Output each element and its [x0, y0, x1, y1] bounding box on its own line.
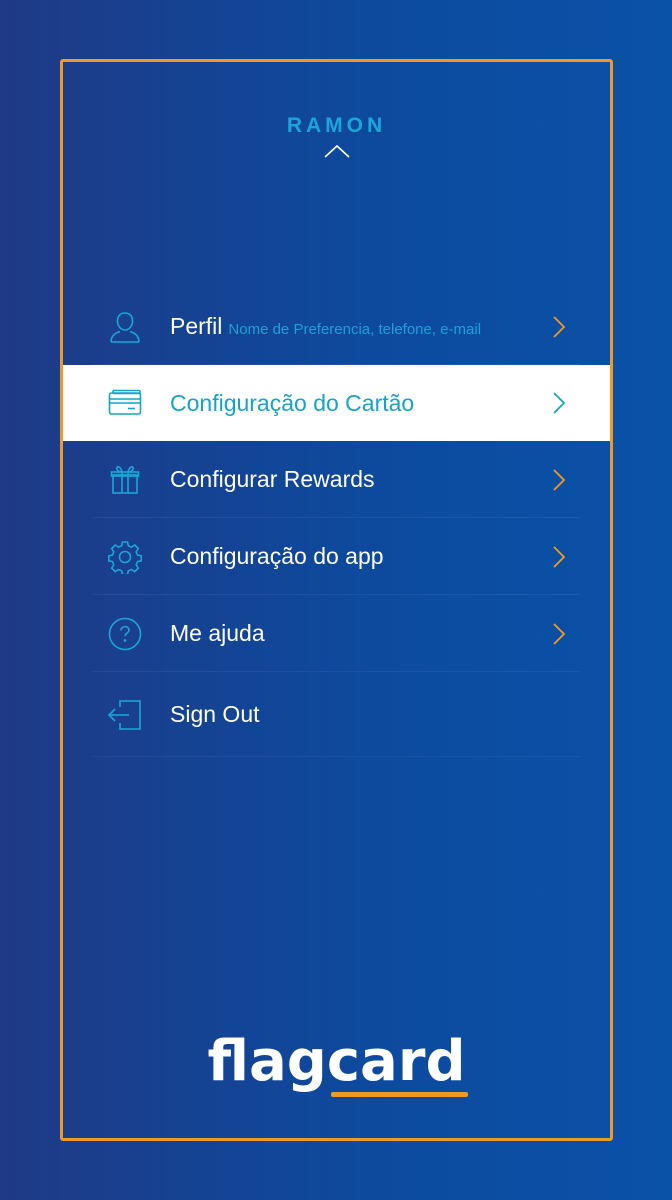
menu-item-label: Configuração do app: [170, 543, 384, 569]
settings-menu: Perfil Nome de Preferencia, telefone, e-m…: [63, 288, 610, 757]
chevron-right-icon: [552, 622, 566, 646]
credit-card-icon: [107, 385, 143, 421]
gift-icon: [107, 462, 143, 498]
help-icon: [107, 616, 143, 652]
menu-item-help[interactable]: Me ajuda: [63, 595, 610, 672]
menu-item-sublabel: Nome de Preferencia, telefone, e-mail: [228, 321, 482, 338]
gear-icon: [107, 539, 143, 575]
chevron-up-icon[interactable]: [323, 144, 350, 163]
menu-item-label: Sign Out: [170, 701, 260, 727]
logo-underline: [331, 1092, 468, 1097]
chevron-right-icon: [552, 468, 566, 492]
user-icon: [107, 309, 143, 345]
divider: [93, 756, 580, 757]
menu-item-label: Me ajuda: [170, 620, 265, 646]
menu-item-label: Configuração do Cartão: [170, 389, 415, 416]
menu-panel: RAMON Perfil Nome de Preferencia, telefon…: [60, 59, 613, 1141]
logo-text: flagcard: [207, 1029, 466, 1094]
user-header[interactable]: RAMON: [63, 114, 610, 163]
chevron-right-icon: [552, 391, 566, 415]
flagcard-logo: flagcard: [63, 1034, 610, 1097]
menu-item-rewards[interactable]: Configurar Rewards: [63, 441, 610, 518]
menu-item-card-settings[interactable]: Configuração do Cartão: [63, 365, 610, 441]
menu-item-app-settings[interactable]: Configuração do app: [63, 518, 610, 595]
chevron-right-icon: [552, 545, 566, 569]
username: RAMON: [286, 114, 387, 137]
chevron-right-icon: [552, 315, 566, 339]
menu-item-label: Configurar Rewards: [170, 466, 375, 492]
menu-item-sign-out[interactable]: Sign Out: [63, 672, 610, 757]
sign-out-icon: [107, 697, 143, 733]
menu-item-perfil[interactable]: Perfil Nome de Preferencia, telefone, e-m…: [63, 288, 610, 365]
menu-item-label: Perfil: [170, 313, 223, 339]
